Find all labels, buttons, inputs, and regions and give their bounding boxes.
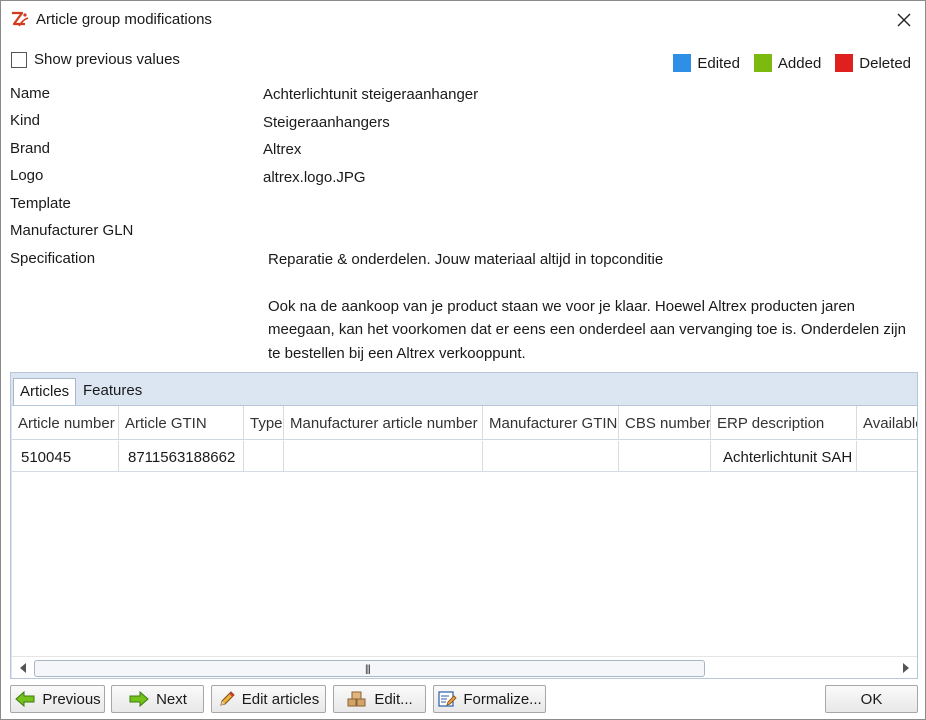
specification-line-1: Reparatie & onderdelen. Jouw materiaal a… [268,251,664,268]
table-cell: 510045 [12,441,119,472]
table-row[interactable]: 510045 8711563188662 Achterlichtunit SAH [12,441,917,472]
legend-item-edited: Edited [673,54,740,72]
grip-icon: ||| [365,664,371,675]
arrow-left-icon [15,690,35,708]
kind-label: Kind [10,112,41,129]
name-value: Achterlichtunit steigeraanhanger [263,86,479,103]
column-header[interactable]: Available [857,406,917,440]
name-label: Name [10,85,51,102]
tab-articles-label: Articles [20,383,70,400]
show-previous-values-checkbox[interactable]: Show previous values [11,51,180,68]
logo-value: altrex.logo.JPG [263,169,366,186]
tab-features-label: Features [83,382,143,399]
boxes-icon [347,691,366,707]
checkbox-box[interactable] [11,51,27,68]
previous-button[interactable]: Previous [10,685,105,713]
close-button[interactable] [889,5,919,35]
table-cell [284,441,483,472]
legend-label-edited: Edited [697,54,740,72]
horizontal-scrollbar[interactable]: ||| [12,656,917,678]
arrow-right-icon [129,690,149,708]
tab-articles[interactable]: Articles [13,378,77,406]
table-cell: Achterlichtunit SAH [711,441,857,472]
article-group-modifications-window: Article group modifications Show previou… [0,0,926,720]
specification-label: Specification [10,250,96,267]
legend-item-deleted: Deleted [835,54,911,72]
ok-label: OK [860,690,883,708]
table-cell [619,441,711,472]
column-header[interactable]: ERP description [711,406,857,440]
table-cell: 8711563188662 [119,441,244,472]
edit-articles-button[interactable]: Edit articles [211,685,326,713]
ok-button[interactable]: OK [825,685,918,713]
brand-label: Brand [10,140,51,157]
column-header[interactable]: Type [244,406,284,440]
template-label: Template [10,195,71,212]
change-legend: Edited Added Deleted [659,54,911,72]
pencil-icon [220,691,235,706]
brand-value: Altrex [263,141,302,158]
tab-features[interactable]: Features [77,378,148,405]
edit-button[interactable]: Edit... [333,685,426,713]
scroll-left-icon[interactable] [18,662,28,674]
table-cell [857,441,917,472]
grid-header: Article number Article GTIN Type Manufac… [12,406,917,440]
legend-label-added: Added [777,54,822,72]
column-header[interactable]: Manufacturer article number [284,406,483,440]
table-cell [244,441,284,472]
specification-value: Reparatie & onderdelen. Jouw materiaal a… [268,248,913,365]
previous-label: Previous [42,690,101,708]
scroll-thumb[interactable]: ||| [34,660,705,677]
form-edit-icon [438,691,457,707]
legend-swatch-edited [673,54,692,72]
column-header[interactable]: Article number [12,406,119,440]
column-header[interactable]: Article GTIN [119,406,244,440]
kind-value: Steigeraanhangers [263,114,390,131]
tab-panel: Articles Features Article number Article… [10,372,918,679]
title-bar: Article group modifications [1,1,925,39]
next-button[interactable]: Next [111,685,204,713]
legend-item-added: Added [753,54,822,72]
manufacturer-gln-label: Manufacturer GLN [10,222,134,239]
formalize-label: Formalize... [463,690,542,708]
legend-swatch-deleted [835,54,854,72]
edit-articles-label: Edit articles [241,690,320,708]
window-title: Article group modifications [36,11,212,28]
show-previous-values-label: Show previous values [34,51,180,68]
specification-paragraph-2: Ook na de aankoop van je product staan w… [268,297,906,362]
table-cell [483,441,619,472]
column-header[interactable]: CBS number [619,406,711,440]
close-icon [897,13,911,27]
column-header[interactable]: Manufacturer GTIN [483,406,619,440]
edit-label: Edit... [374,690,413,708]
formalize-button[interactable]: Formalize... [433,685,546,713]
legend-swatch-added [753,54,772,72]
legend-label-deleted: Deleted [859,54,911,72]
next-label: Next [156,690,187,708]
app-logo-icon [12,11,29,27]
scroll-right-icon[interactable] [901,662,911,674]
logo-label: Logo [10,167,44,184]
articles-grid: Article number Article GTIN Type Manufac… [12,405,917,678]
